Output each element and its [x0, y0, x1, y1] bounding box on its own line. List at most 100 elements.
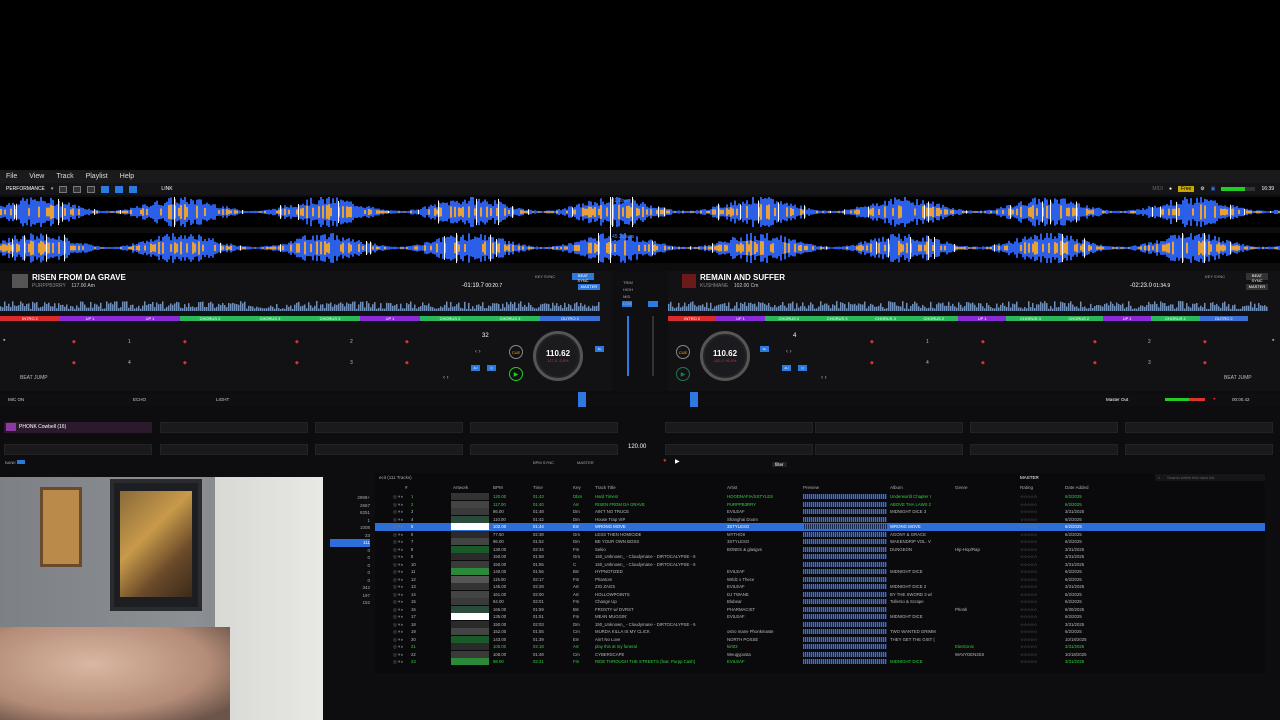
browser-layout-icon[interactable] — [115, 185, 124, 193]
track-rating[interactable]: ☆☆☆☆☆ — [1020, 606, 1037, 614]
table-row[interactable]: ◎ ▾ ▸ 1 120.00 01:43 Dbm Hard Times! HOODNAFIA… — [375, 493, 1265, 501]
plan-badge[interactable]: Free — [1177, 186, 1195, 192]
sampler-slot[interactable] — [4, 444, 152, 455]
track-rating[interactable]: ☆☆☆☆☆ — [1020, 591, 1037, 599]
fx-echo-select[interactable]: ECHO — [133, 397, 146, 402]
column-header[interactable]: Artwork — [453, 485, 468, 490]
list-icon[interactable] — [87, 185, 96, 193]
table-row[interactable]: ◎ ▾ ▸ 5 102.00 01:44 Em WRONG MOVE 3STYLESO WRO… — [375, 523, 1265, 531]
row-icons[interactable]: ◎ ▾ ▸ — [393, 501, 403, 509]
track-preview-waveform[interactable] — [803, 569, 887, 574]
cue-segment[interactable]: CHORUS 2 — [764, 316, 813, 321]
deck1-auto-button[interactable]: AU — [471, 365, 480, 371]
track-rating[interactable]: ☆☆☆☆☆ — [1020, 501, 1037, 509]
bank-control[interactable]: BANK — [5, 460, 26, 465]
track-preview-waveform[interactable] — [803, 591, 887, 597]
hotcue-marker[interactable]: ◆ — [72, 360, 76, 366]
table-row[interactable]: ◎ ▾ ▸ 21 105.00 02:18 Am play this at my fune… — [375, 643, 1265, 651]
deck2-quant-button[interactable]: Q — [798, 365, 807, 371]
table-row[interactable]: ◎ ▾ ▸ 23 98.00 02:21 Fm RIDE THROUGH THE STRE… — [375, 658, 1265, 666]
table-row[interactable]: ◎ ▾ ▸ 9 150.00 01:58 Gm 150_Unknown_ - Cloudy… — [375, 553, 1265, 561]
sampler-slot[interactable] — [815, 444, 963, 455]
deck1-waveform[interactable]: 11.8bars — [0, 197, 1280, 227]
row-icons[interactable]: ◎ ▾ ▸ — [393, 621, 403, 629]
link-button[interactable]: LINK — [161, 186, 172, 192]
cue-segment[interactable]: CHORUS 2 — [1054, 316, 1103, 321]
sampler-slot[interactable] — [970, 422, 1118, 433]
deck2-cue-segments[interactable]: INTRO 2 UP 1 CHORUS 2 CHORUS 3 CHORUS 3 CHORU… — [668, 316, 1248, 321]
track-preview-waveform[interactable] — [803, 644, 887, 649]
cue-segment[interactable]: UP 1 — [1102, 316, 1152, 321]
hotcue-pad-label[interactable]: 1 — [128, 339, 131, 345]
table-row[interactable]: ◎ ▾ ▸ 19 152.00 01:55 Cm MURDA KILLA IS MY CL… — [375, 628, 1265, 636]
table-row[interactable]: ◎ ▾ ▸ 2 117.00 01:40 Am RISEN FROM DA GRAVE PU… — [375, 500, 1265, 509]
sampler-slot-1[interactable]: PHONK Cowbell (16) — [4, 422, 152, 433]
cue-segment[interactable]: CHORUS 2 — [909, 316, 958, 321]
menu-track[interactable]: Track — [56, 173, 73, 180]
table-row[interactable]: ◎ ▾ ▸ 12 115.00 02:17 Fm Phantom Wrldz x Thece… — [375, 575, 1265, 584]
sampler-record-icon[interactable]: ● — [663, 458, 667, 464]
deck2-jump-arrows[interactable]: ‹ › — [821, 375, 827, 381]
track-rating[interactable]: ☆☆☆☆☆ — [1020, 598, 1037, 606]
deck2-menu-icon[interactable]: ▪ — [1272, 337, 1274, 344]
record-icon[interactable] — [129, 185, 138, 193]
track-preview-waveform[interactable] — [803, 621, 887, 627]
deck2-slip-button[interactable]: SL — [760, 346, 769, 352]
sampler-slot[interactable] — [315, 444, 463, 455]
sampler-slot[interactable] — [470, 422, 618, 433]
track-preview-waveform[interactable] — [803, 659, 887, 664]
hotcue-marker[interactable]: ◆ — [870, 339, 874, 345]
hotcue-marker[interactable]: ◆ — [1093, 339, 1097, 345]
mode-select[interactable]: PERFORMANCE — [6, 186, 45, 192]
row-icons[interactable]: ◎ ▾ ▸ — [393, 591, 403, 599]
hotcue-marker[interactable]: ◆ — [405, 360, 409, 366]
track-rating[interactable]: ☆☆☆☆☆ — [1020, 658, 1037, 666]
table-row[interactable]: ◎ ▾ ▸ 18 150.00 02:03 Dm 150_Unknown_ - Cloud… — [375, 620, 1265, 629]
hotcue-marker[interactable]: ◆ — [870, 360, 874, 366]
midi-label[interactable]: MIDI — [1152, 186, 1163, 192]
hotcue-marker[interactable]: ◆ — [295, 339, 299, 345]
track-rating[interactable]: ☆☆☆☆☆ — [1020, 621, 1037, 629]
hotcue-marker[interactable]: ◆ — [981, 339, 985, 345]
sampler-slot[interactable] — [665, 422, 813, 433]
track-rating[interactable]: ☆☆☆☆☆ — [1020, 516, 1037, 524]
track-rating[interactable]: ☆☆☆☆☆ — [1020, 628, 1037, 636]
cue-segment[interactable]: CHORUS 3 — [240, 316, 300, 321]
cue-segment[interactable]: CHORUS 3 — [1006, 316, 1055, 321]
deck2-beat-sync-button[interactable]: BEAT SYNC — [1246, 273, 1268, 283]
track-preview-waveform[interactable] — [803, 584, 887, 589]
track-rating[interactable]: ☆☆☆☆☆ — [1020, 561, 1037, 569]
sampler-slot[interactable] — [815, 422, 963, 433]
cue-segment[interactable]: INTRO 2 — [668, 316, 717, 321]
row-icons[interactable]: ◎ ▾ ▸ — [393, 561, 403, 569]
deck1-key-sync[interactable]: KEY SYNC — [535, 274, 555, 279]
cue-segment[interactable]: UP 1 — [120, 316, 180, 321]
menu-help[interactable]: Help — [120, 173, 134, 180]
row-icons[interactable]: ◎ ▾ ▸ — [393, 576, 403, 584]
record-icon[interactable]: ● — [1213, 396, 1216, 401]
deck2-key-sync[interactable]: KEY SYNC — [1205, 274, 1225, 279]
mic-toggle[interactable]: MIC ON — [8, 397, 24, 402]
row-icons[interactable]: ◎ ▾ ▸ — [393, 606, 403, 614]
hotcue-pad-label[interactable]: 1 — [926, 339, 929, 345]
fx-assign-deck2[interactable] — [690, 392, 698, 407]
table-row[interactable]: ◎ ▾ ▸ 11 140.00 01:56 Bm HYPNOTIZED EVILEAF MID… — [375, 568, 1265, 576]
menu-view[interactable]: View — [29, 173, 44, 180]
row-icons[interactable]: ◎ ▾ ▸ — [393, 546, 403, 554]
row-icons[interactable]: ◎ ▾ ▸ — [393, 538, 403, 546]
cue-segment[interactable]: UP 1 — [716, 316, 765, 321]
track-rating[interactable]: ☆☆☆☆☆ — [1020, 531, 1037, 539]
hotcue-marker[interactable]: ◆ — [295, 360, 299, 366]
track-preview-waveform[interactable] — [803, 614, 887, 619]
row-icons[interactable]: ◎ ▾ ▸ — [393, 516, 403, 524]
deck2-auto-button[interactable]: AU — [782, 365, 791, 371]
column-header[interactable]: # — [405, 485, 408, 490]
row-icons[interactable]: ◎ ▾ ▸ — [393, 636, 403, 644]
track-preview-waveform[interactable] — [803, 524, 887, 529]
column-header[interactable]: Track Title — [595, 485, 616, 490]
track-preview-waveform[interactable] — [803, 599, 887, 604]
row-icons[interactable]: ◎ ▾ ▸ — [393, 523, 403, 531]
deck1-cue-button[interactable]: CUE — [509, 345, 523, 359]
table-row[interactable]: ◎ ▾ ▸ 7 96.00 01:52 Dm BE YOUR OWN BOSS 3STYLE… — [375, 538, 1265, 546]
row-icons[interactable]: ◎ ▾ ▸ — [393, 568, 403, 576]
